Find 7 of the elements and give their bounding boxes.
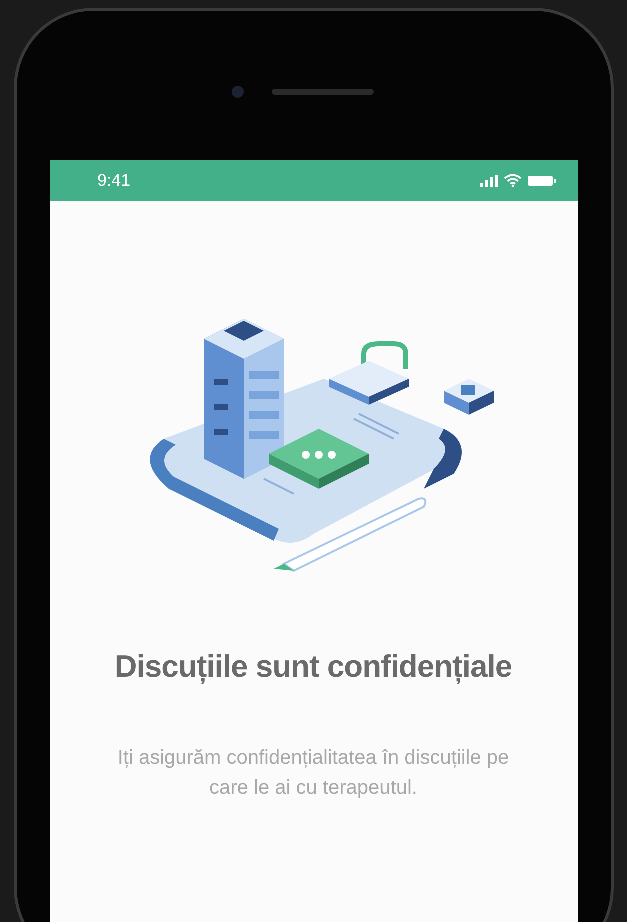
wifi-icon xyxy=(504,174,522,187)
battery-icon xyxy=(528,174,556,186)
onboarding-title: Discuțiile sunt confidențiale xyxy=(114,649,512,685)
status-time: 9:41 xyxy=(98,170,131,190)
onboarding-description: Iți asigurăm confidențialitatea în discuțiile pe care le ai cu terapeutul. xyxy=(116,746,510,801)
signal-icon xyxy=(480,174,498,186)
camera-icon xyxy=(232,86,244,98)
